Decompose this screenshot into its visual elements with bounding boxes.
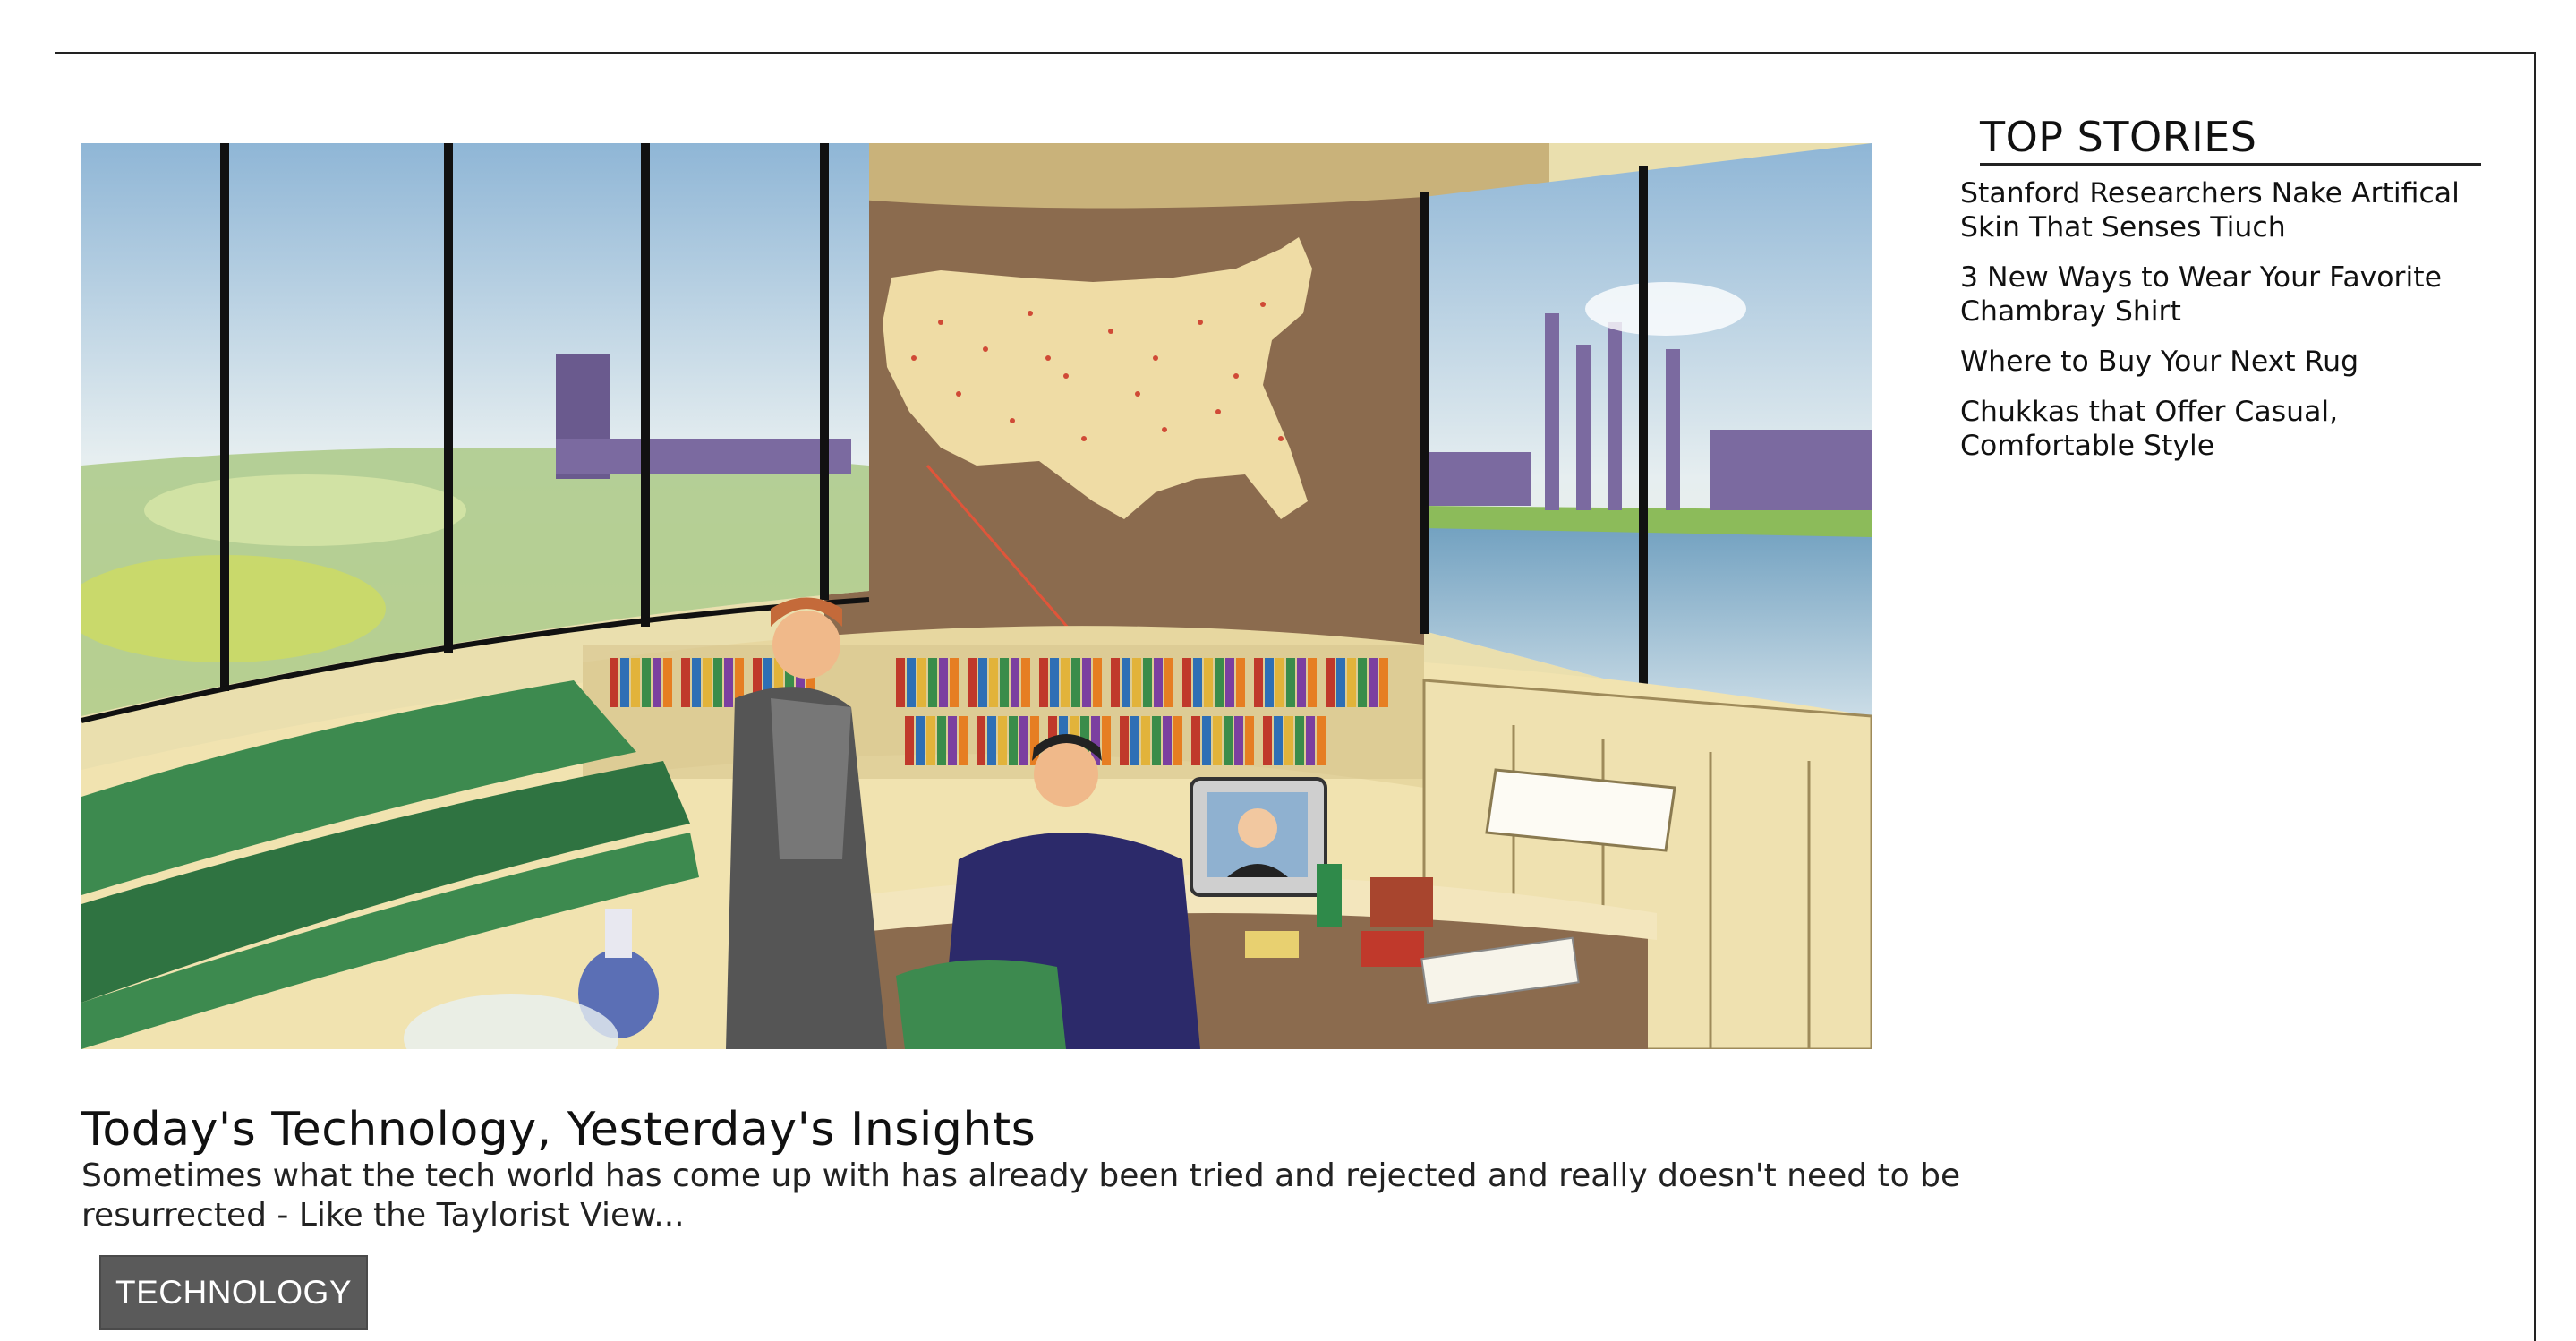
story-link[interactable]: Where to Buy Your Next Rug [1960, 345, 2515, 379]
story-link[interactable]: Stanford Researchers Nake Artifical Skin… [1960, 176, 2515, 244]
top-stories-title: TOP STORIES [1980, 113, 2481, 166]
story-link[interactable]: 3 New Ways to Wear Your Favorite Chambra… [1960, 261, 2515, 329]
story-link[interactable]: Chukkas that Offer Casual, Comfortable S… [1960, 395, 2515, 463]
top-stories-list: Stanford Researchers Nake Artifical Skin… [1960, 176, 2515, 463]
article-summary: Sometimes what the tech world has come u… [81, 1157, 1961, 1234]
list-item: 3 New Ways to Wear Your Favorite Chambra… [1960, 261, 2515, 329]
list-item: Chukkas that Offer Casual, Comfortable S… [1960, 395, 2515, 463]
list-item: Stanford Researchers Nake Artifical Skin… [1960, 176, 2515, 244]
article-headline[interactable]: Today's Technology, Yesterday's Insights [81, 1101, 1916, 1158]
list-item: Where to Buy Your Next Rug [1960, 345, 2515, 379]
hero-illustration[interactable] [81, 143, 1872, 1049]
technology-category-button[interactable]: TECHNOLOGY [99, 1255, 368, 1330]
top-stories-sidebar: TOP STORIES Stanford Researchers Nake Ar… [1960, 113, 2515, 479]
